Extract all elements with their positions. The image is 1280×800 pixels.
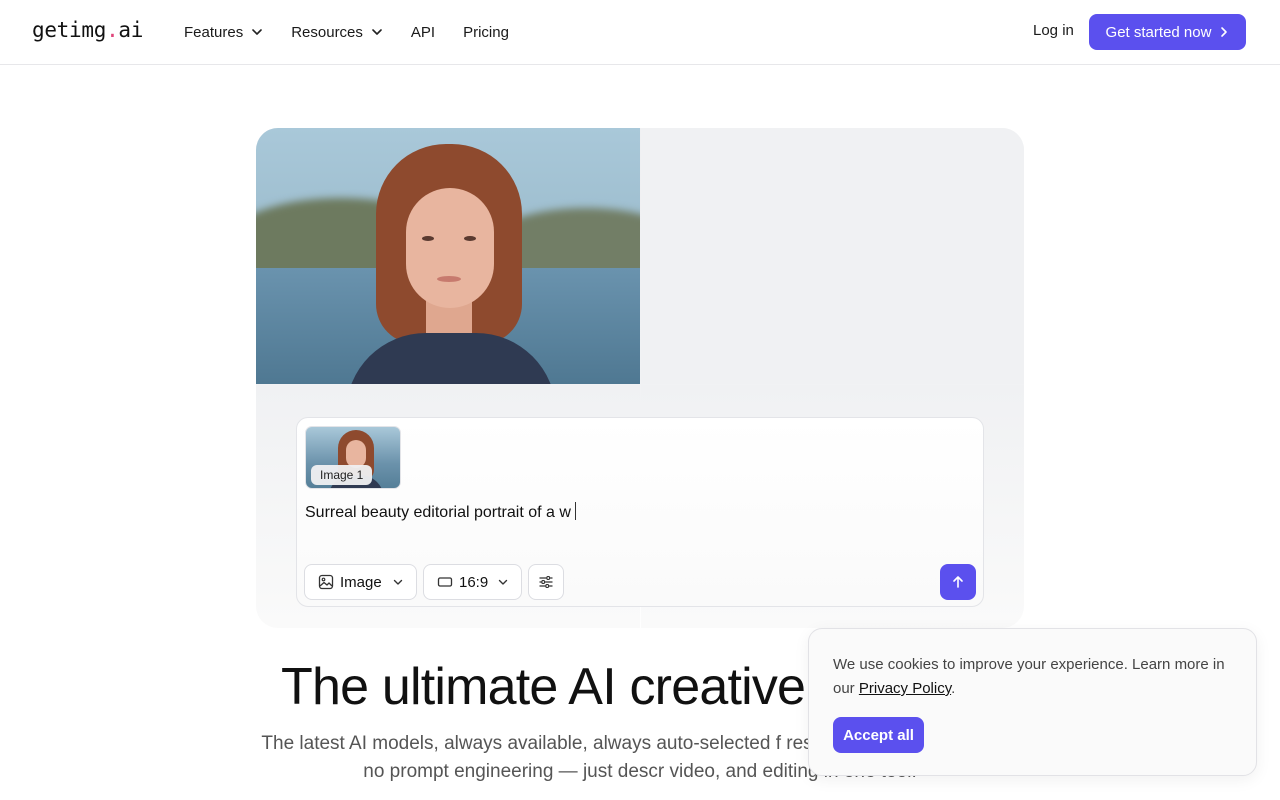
prompt-composer: Image 1 Surreal beauty editorial portrai… <box>296 417 984 607</box>
mode-select[interactable]: Image <box>304 564 417 600</box>
prompt-input[interactable]: Surreal beauty editorial portrait of a w <box>305 502 576 522</box>
cookie-message: We use cookies to improve your experienc… <box>833 653 1237 701</box>
send-button[interactable] <box>940 564 976 600</box>
aspect-ratio-label: 16:9 <box>459 573 489 591</box>
hero-headline: The ultimate AI creative <box>281 658 806 716</box>
aspect-ratio-icon <box>437 577 453 587</box>
logo-tld: ai <box>118 18 144 42</box>
aspect-ratio-select[interactable]: 16:9 <box>423 564 522 600</box>
get-started-button[interactable]: Get started now <box>1089 14 1246 50</box>
get-started-label: Get started now <box>1105 23 1212 41</box>
nav-resources-label: Resources <box>291 23 363 41</box>
nav-pricing-label: Pricing <box>463 23 509 41</box>
chevron-right-icon <box>1221 27 1228 37</box>
nav-pricing[interactable]: Pricing <box>463 24 509 41</box>
attached-image-label: Image 1 <box>311 465 373 485</box>
privacy-policy-link[interactable]: Privacy Policy <box>859 680 951 697</box>
cookie-text-after: . <box>951 680 956 697</box>
logo[interactable]: getimg.ai <box>32 18 143 42</box>
site-header: getimg.ai Features Resources API Pricing… <box>0 0 1280 65</box>
portrait-illustration <box>256 128 640 384</box>
nav-api-label: API <box>410 23 436 41</box>
chevron-down-icon <box>372 29 382 35</box>
chevron-down-icon <box>393 579 403 585</box>
login-link[interactable]: Log in <box>1033 22 1074 39</box>
sliders-icon <box>539 575 553 589</box>
attached-image-thumbnail[interactable]: Image 1 <box>305 426 401 489</box>
cookie-banner: We use cookies to improve your experienc… <box>808 628 1257 776</box>
nav-features[interactable]: Features <box>184 24 263 41</box>
logo-dot: . <box>106 18 119 42</box>
gallery-image-portrait <box>256 128 640 384</box>
mode-select-label: Image <box>340 573 382 591</box>
image-icon <box>318 574 334 590</box>
logo-main: getimg <box>32 18 107 42</box>
main-nav: Features Resources API Pricing <box>184 0 537 64</box>
settings-button[interactable] <box>528 564 564 600</box>
chevron-down-icon <box>498 579 508 585</box>
accept-all-button[interactable]: Accept all <box>833 717 924 753</box>
nav-features-label: Features <box>184 23 244 41</box>
arrow-up-icon <box>953 576 963 588</box>
chevron-down-icon <box>252 29 263 35</box>
text-caret <box>574 502 576 520</box>
nav-api[interactable]: API <box>411 24 435 41</box>
prompt-input-text: Surreal beauty editorial portrait of a w <box>305 504 571 521</box>
gallery-placeholder-top-right <box>641 128 1024 384</box>
nav-resources[interactable]: Resources <box>291 24 383 41</box>
